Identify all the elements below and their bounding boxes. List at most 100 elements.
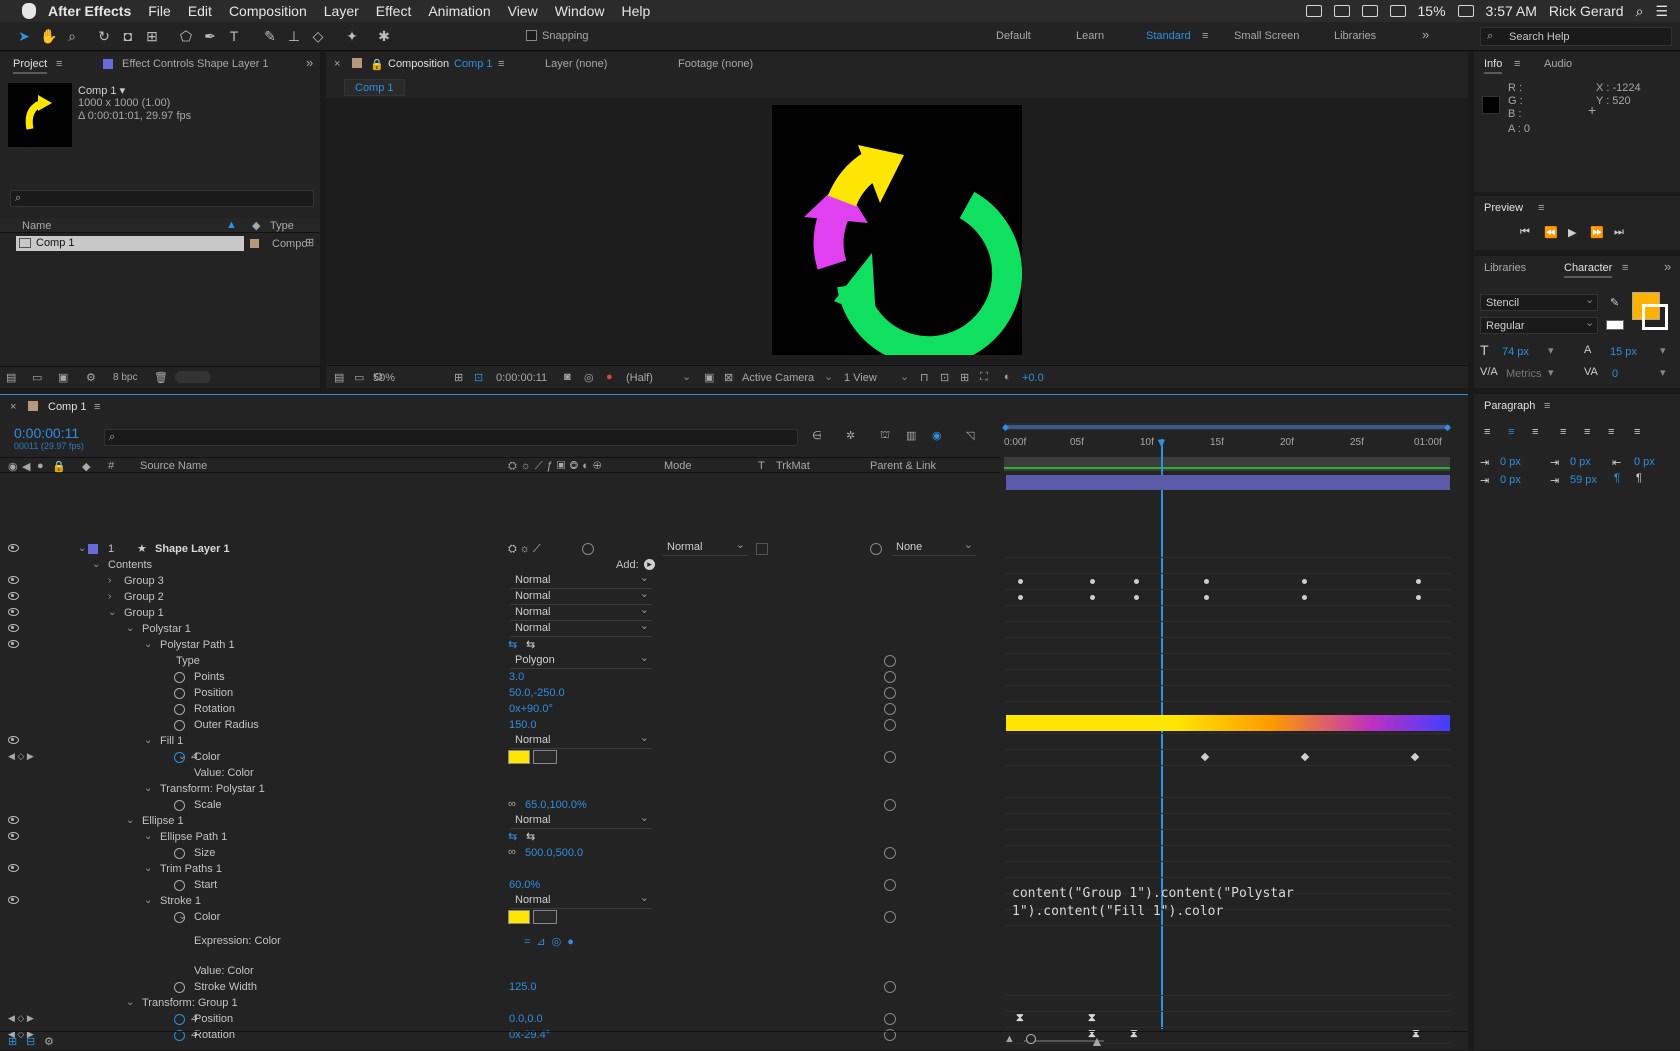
keyframe-track[interactable] [1006, 573, 1450, 590]
eyedropper-icon[interactable] [533, 910, 557, 924]
camera-tool-icon[interactable]: ◘ [120, 28, 136, 44]
zoom-in-icon[interactable]: ▲ [1090, 1033, 1104, 1049]
keyframe-dot[interactable] [1090, 595, 1095, 600]
constrain-proportions-icon[interactable]: ∞ [508, 846, 516, 858]
panel-menu-icon[interactable]: ≡ [498, 58, 504, 70]
stopwatch-icon[interactable] [174, 1014, 185, 1025]
chevron-down-icon[interactable]: ⌄ [126, 815, 134, 826]
menu-help[interactable]: Help [622, 3, 651, 19]
col-source-name[interactable]: Source Name [140, 460, 207, 472]
toggle-switches-icon[interactable]: ⊞ [8, 1035, 17, 1048]
keyframe-track[interactable] [1006, 1011, 1450, 1028]
keyframe-track[interactable] [1006, 995, 1450, 1012]
exposure-value[interactable]: +0.0 [1022, 372, 1044, 384]
flowchart-icon[interactable]: ⊞ [305, 236, 314, 249]
align-center-icon[interactable]: ≡ [1508, 426, 1514, 438]
chevron-down-icon[interactable]: ⌄ [824, 370, 833, 383]
stopwatch-icon[interactable] [174, 982, 185, 993]
viewer-area[interactable] [326, 98, 1468, 367]
indent-right-value[interactable]: 0 px [1634, 456, 1655, 468]
last-frame-icon[interactable]: ⏭ [1614, 226, 1624, 239]
previous-frame-icon[interactable]: ⏪ [1544, 226, 1558, 239]
keyframe-dot[interactable] [1204, 595, 1209, 600]
pickwhip-icon[interactable] [884, 687, 896, 699]
snapshot-icon[interactable]: ◙ [564, 371, 571, 383]
menu-view[interactable]: View [508, 3, 538, 19]
timeline-row[interactable]: ⌄ Polystar Path 1 ⇆ ⇆ [0, 637, 1000, 654]
timeline-row[interactable]: Size ∞ 500.0,500.0 [0, 845, 1000, 862]
space-before-value[interactable]: 0 px [1500, 474, 1521, 486]
battery-icon[interactable] [1457, 5, 1474, 17]
timeline-timecode[interactable]: 0:00:00:11 [14, 425, 79, 441]
keyframe-track[interactable] [1006, 669, 1450, 686]
pixel-aspect-icon[interactable]: ⊓ [920, 371, 929, 384]
preserve-transparency-checkbox[interactable] [756, 543, 768, 555]
property-value[interactable]: 500.0,500.0 [525, 847, 583, 859]
chevron-right-icon[interactable]: › [108, 575, 111, 586]
panel-menu-icon[interactable]: ≡ [94, 401, 100, 413]
timeline-row[interactable]: Scale ∞ 65.0,100.0% [0, 797, 1000, 814]
indent-first-value[interactable]: 0 px [1570, 456, 1591, 468]
timeline-row[interactable]: Rotation 0x+90.0° [0, 701, 1000, 718]
blend-mode-dropdown[interactable]: Normal [510, 587, 652, 605]
layer-mode-dropdown[interactable]: Normal ⌄ [662, 539, 748, 556]
zoom-slider-thumb[interactable] [1026, 1034, 1036, 1044]
col-name[interactable]: Name [22, 220, 51, 232]
pickwhip-icon[interactable] [884, 719, 896, 731]
pickwhip-icon[interactable] [884, 751, 896, 763]
col-parent[interactable]: Parent & Link [870, 460, 936, 472]
thumbnail-slider[interactable] [175, 371, 211, 383]
keyframe-dot[interactable] [1018, 595, 1023, 600]
dropbox-icon[interactable] [1333, 5, 1350, 17]
property-value[interactable]: 0x+90.0° [509, 703, 553, 715]
keyframe-dot[interactable] [1302, 595, 1307, 600]
col-t[interactable]: T [758, 460, 765, 472]
zoom-out-icon[interactable]: ▲ [1004, 1033, 1015, 1045]
chevron-down-icon[interactable]: ▾ [1660, 366, 1666, 379]
draft-3d-icon[interactable]: ✲ [846, 429, 855, 442]
menu-app-name[interactable]: After Effects [48, 3, 131, 19]
blend-mode-dropdown[interactable]: Normal [510, 571, 652, 589]
stopwatch-icon[interactable] [174, 672, 185, 683]
chevron-down-icon[interactable]: ⌄ [144, 831, 152, 842]
path-reverse-icon[interactable]: ⇆ [526, 638, 535, 651]
align-left-icon[interactable]: ≡ [1484, 426, 1490, 438]
keyframe-track[interactable] [1006, 541, 1450, 558]
next-frame-icon[interactable]: ⏩ [1590, 226, 1604, 239]
keyframe-track[interactable] [1006, 829, 1450, 846]
timeline-row[interactable]: ⌄ Ellipse Path 1 ⇆ ⇆ [0, 829, 1000, 846]
font-style-dropdown[interactable]: Regular ⌄ [1480, 317, 1598, 334]
color-swatch[interactable] [508, 750, 530, 764]
property-value[interactable]: 125.0 [509, 981, 537, 993]
path-direction-icon[interactable]: ⇆ [508, 638, 517, 651]
justify-right-icon[interactable]: ≡ [1608, 426, 1614, 438]
timeline-row[interactable]: ⌄ Ellipse 1 Normal [0, 811, 1000, 830]
keyframe-track[interactable] [1006, 861, 1450, 878]
panel-menu-icon[interactable]: ≡ [56, 58, 62, 70]
stopwatch-icon[interactable] [174, 752, 185, 763]
justify-all-icon[interactable]: ≡ [1634, 426, 1640, 438]
transparency-grid-icon[interactable]: ⊠ [724, 371, 733, 384]
tab-audio[interactable]: Audio [1544, 58, 1572, 70]
label-icon[interactable]: ◆ [82, 460, 90, 473]
channel-icon[interactable]: ● [606, 371, 613, 383]
eyedropper-icon[interactable] [533, 750, 557, 764]
chevron-down-icon[interactable]: ⌄ [78, 543, 86, 554]
timeline-row[interactable]: Outer Radius 150.0 [0, 717, 1000, 734]
menu-layer[interactable]: Layer [324, 3, 359, 19]
property-value[interactable]: 50.0,-250.0 [509, 687, 565, 699]
keyframe-dot[interactable] [1134, 579, 1139, 584]
polystar-type-dropdown[interactable]: Polygon [510, 651, 652, 669]
close-icon[interactable]: × [334, 58, 340, 70]
rtl-icon[interactable]: ¶ [1636, 472, 1642, 484]
chevron-down-icon[interactable]: ⌄ [144, 735, 152, 746]
leading-value[interactable]: 15 px [1610, 346, 1637, 358]
lock-icon[interactable]: 🔒 [52, 460, 66, 473]
region-icon[interactable]: ⊡ [474, 371, 483, 384]
frame-blend-icon[interactable]: ▥ [906, 429, 916, 442]
keyframe-track[interactable] [1006, 685, 1450, 702]
timeline-row[interactable]: 1 ⌄ ★ Shape Layer 1 ⛭☼⟋ Normal ⌄ None ⌄ [0, 539, 1000, 558]
tracking-value[interactable]: 0 [1612, 368, 1618, 380]
lock-icon[interactable]: 🔒 [370, 58, 384, 71]
keyframe-dot[interactable] [1416, 595, 1421, 600]
